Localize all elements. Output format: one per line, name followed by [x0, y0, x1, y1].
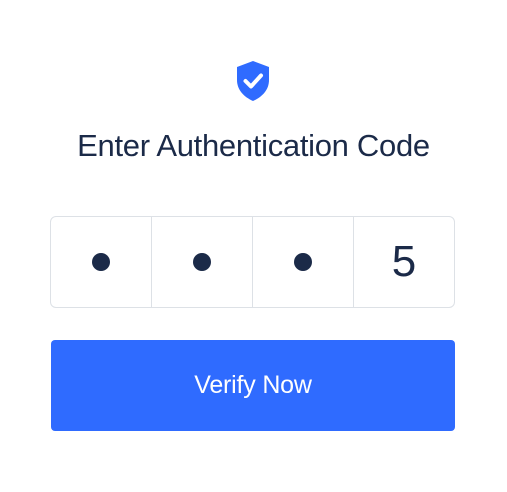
code-digit-4[interactable]: 5	[354, 217, 454, 307]
code-digit-3[interactable]	[253, 217, 354, 307]
code-input-group: 5	[50, 216, 455, 308]
masked-digit	[294, 253, 312, 271]
masked-digit	[193, 253, 211, 271]
verify-now-button[interactable]: Verify Now	[51, 340, 455, 431]
shield-check-icon	[235, 60, 271, 102]
code-digit-value: 5	[391, 237, 417, 286]
page-title: Enter Authentication Code	[77, 128, 430, 163]
code-digit-2[interactable]	[152, 217, 253, 307]
code-digit-1[interactable]	[51, 217, 152, 307]
masked-digit	[92, 253, 110, 271]
